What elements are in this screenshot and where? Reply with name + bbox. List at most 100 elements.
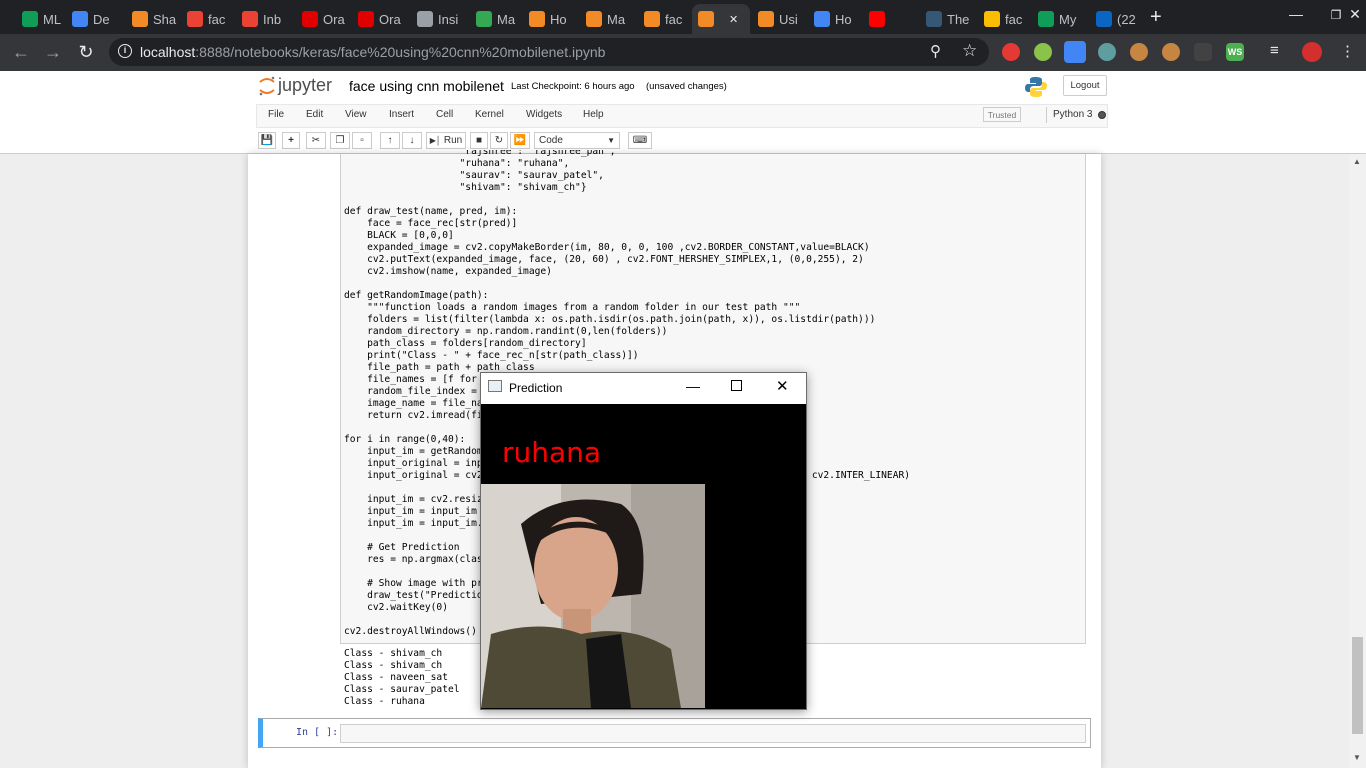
browser-tab[interactable]: ML: [16, 4, 62, 34]
move-down-icon[interactable]: ↓: [402, 132, 422, 149]
code-line: input_im = getRandom: [344, 446, 483, 457]
browser-tab[interactable]: Ho: [808, 4, 860, 34]
browser-tab[interactable]: Ora: [352, 4, 404, 34]
code-line: random_directory = np.random.randint(0,l…: [344, 326, 668, 337]
keyboard-icon[interactable]: ⌨: [628, 132, 652, 149]
logout-button[interactable]: Logout: [1063, 75, 1107, 96]
code-line: input_original = inp: [344, 458, 483, 469]
notebook-icon: [758, 11, 774, 27]
browser-tab[interactable]: ✕: [692, 4, 750, 34]
tab-close-icon[interactable]: ✕: [729, 13, 738, 26]
menu-item[interactable]: Widgets: [526, 109, 562, 120]
menu-item[interactable]: Kernel: [475, 109, 504, 120]
run-icon: ▶│: [429, 136, 441, 145]
menu-item[interactable]: File: [268, 109, 284, 120]
browser-tab[interactable]: My: [1032, 4, 1086, 34]
browser-tab[interactable]: Ho: [523, 4, 577, 34]
jupyter-logo-icon[interactable]: [258, 76, 276, 96]
menu-item[interactable]: Edit: [306, 109, 323, 120]
browser-tab[interactable]: Ora: [296, 4, 348, 34]
smiley-icon: [984, 11, 1000, 27]
browser-tab-label: Ho: [835, 11, 852, 27]
reload-icon[interactable]: ↻: [73, 39, 99, 65]
media-queue-icon[interactable]: ≡: [1270, 42, 1279, 59]
code-line: "ruhana": "ruhana",: [344, 158, 570, 169]
cell-type-select[interactable]: Code ▼: [534, 132, 620, 149]
restart-icon[interactable]: ↻: [490, 132, 508, 149]
output-line: Class - shivam_ch: [344, 648, 443, 659]
browser-tab[interactable]: [863, 4, 915, 34]
browser-tab[interactable]: The: [920, 4, 974, 34]
browser-tab[interactable]: fac: [181, 4, 233, 34]
back-icon[interactable]: ←: [8, 39, 34, 65]
browser-tab[interactable]: fac: [638, 4, 690, 34]
divider: [1046, 107, 1047, 123]
restart-run-all-icon[interactable]: ⏩: [510, 132, 530, 149]
paste-icon[interactable]: ▫: [352, 132, 372, 149]
notebook-title[interactable]: face using cnn mobilenet: [349, 78, 504, 94]
window-close-icon[interactable]: ✕: [1344, 6, 1366, 23]
window-app-icon: [488, 380, 502, 392]
browser-tab[interactable]: De: [66, 4, 122, 34]
menu-item[interactable]: Cell: [436, 109, 453, 120]
window-maximize-icon[interactable]: [731, 380, 742, 391]
save-icon[interactable]: 💾: [258, 132, 276, 149]
profile-avatar[interactable]: [1302, 42, 1322, 62]
minimize-icon[interactable]: —: [1276, 6, 1316, 22]
browser-tab[interactable]: (22: [1090, 4, 1140, 34]
adblock-icon[interactable]: [1002, 43, 1020, 61]
extension-icon[interactable]: [1034, 43, 1052, 61]
browser-tab[interactable]: fac: [978, 4, 1028, 34]
browser-tab[interactable]: Inb: [236, 4, 292, 34]
menu-item[interactable]: Help: [583, 109, 604, 120]
extension-icon[interactable]: [1098, 43, 1116, 61]
zoom-icon[interactable]: ⚲: [930, 42, 941, 60]
trusted-badge[interactable]: Trusted: [983, 107, 1021, 122]
insert-cell-icon[interactable]: +: [282, 132, 300, 149]
camera-icon[interactable]: [1064, 41, 1086, 63]
forward-icon[interactable]: →: [40, 39, 66, 65]
interrupt-icon[interactable]: ■: [470, 132, 488, 149]
bookmark-star-icon[interactable]: ☆: [962, 41, 977, 61]
menubar-container: [256, 104, 1108, 128]
browser-tab[interactable]: Ma: [470, 4, 520, 34]
url-host: localhost: [140, 44, 196, 60]
browser-tab[interactable]: Sha: [126, 4, 178, 34]
drive-icon: [22, 11, 38, 27]
code-line: res = np.argmax(clas: [344, 554, 483, 565]
scrollbar-thumb[interactable]: [1352, 637, 1363, 734]
new-cell-input[interactable]: [340, 724, 1086, 743]
extension-icon[interactable]: [1194, 43, 1212, 61]
scroll-down-icon[interactable]: ▼: [1353, 753, 1361, 762]
input-prompt: In [ ]:: [296, 727, 339, 738]
info-icon[interactable]: i: [118, 44, 132, 58]
cookie-icon[interactable]: [1130, 43, 1148, 61]
browser-tab-label: Inb: [263, 11, 282, 27]
browser-tab[interactable]: Usi: [752, 4, 804, 34]
window-close-icon[interactable]: ✕: [776, 377, 789, 395]
code-line: expanded_image = cv2.copyMakeBorder(im, …: [344, 242, 870, 253]
browser-tab-label: fac: [665, 11, 683, 27]
move-up-icon[interactable]: ↑: [380, 132, 400, 149]
menu-item[interactable]: Insert: [389, 109, 414, 120]
cut-icon[interactable]: ✂: [306, 132, 326, 149]
run-button[interactable]: ▶│ Run: [426, 132, 466, 149]
browser-tab[interactable]: Insi: [411, 4, 467, 34]
code-line: # Get Prediction: [344, 542, 460, 553]
code-line: folders = list(filter(lambda x: os.path.…: [344, 314, 876, 325]
ws-icon[interactable]: WS: [1226, 43, 1244, 61]
browser-tab[interactable]: Ma: [580, 4, 634, 34]
cell-type-label: Code: [539, 135, 563, 146]
jupyter-logo-text[interactable]: jupyter: [278, 75, 332, 96]
menu-item[interactable]: View: [345, 109, 367, 120]
copy-icon[interactable]: ❐: [330, 132, 350, 149]
code-line: "shivam": "shivam_ch"}: [344, 182, 587, 193]
new-tab-icon[interactable]: +: [1150, 6, 1162, 29]
scroll-up-icon[interactable]: ▲: [1353, 157, 1361, 166]
run-label: Run: [443, 135, 463, 146]
cookie-icon[interactable]: [1162, 43, 1180, 61]
prediction-window-title: Prediction: [509, 381, 563, 395]
menu-kebab-icon[interactable]: ⋮: [1340, 42, 1355, 60]
window-minimize-icon[interactable]: —: [686, 378, 700, 394]
code-line: draw_test("Predictio: [344, 590, 483, 601]
